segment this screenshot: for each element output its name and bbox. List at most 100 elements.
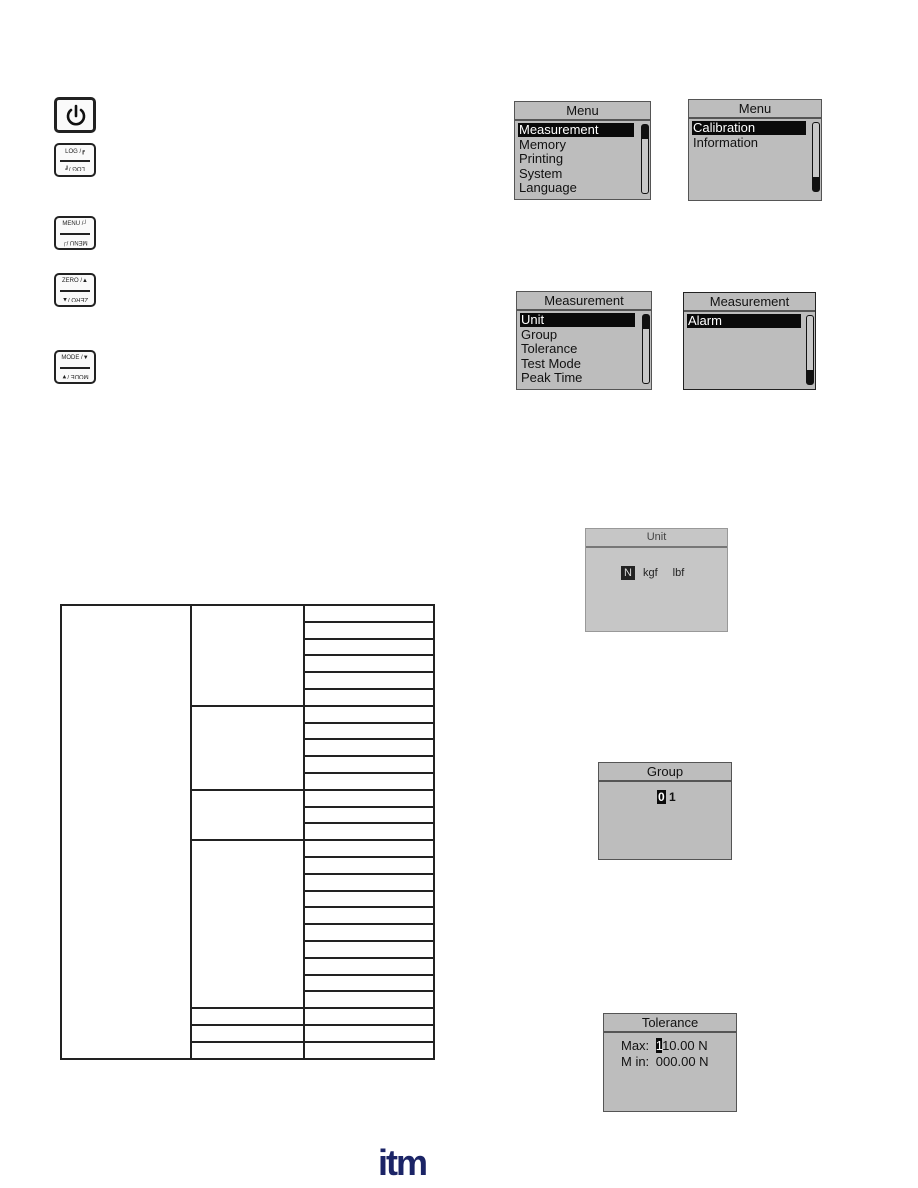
screen-title: Measurement <box>684 293 815 312</box>
scrollbar-thumb[interactable] <box>643 315 649 329</box>
key-divider <box>60 233 90 235</box>
table-cell-level3 <box>303 973 435 993</box>
menu-screen-page2: Menu Calibration Information <box>688 99 822 201</box>
table-cell-level3 <box>303 1023 435 1043</box>
menu-item-measurement[interactable]: Measurement <box>518 123 634 137</box>
table-cell-level3 <box>303 637 435 657</box>
menu-item-memory[interactable]: Memory <box>518 138 566 152</box>
table-cell-level3 <box>303 788 435 808</box>
mode-key[interactable]: MODE /▼ MODE /▼ <box>54 350 96 384</box>
tolerance-screen: Tolerance Max: 110.00 N M in: 000.00 N <box>603 1013 737 1112</box>
max-value[interactable]: 10.00 N <box>662 1038 708 1053</box>
table-cell-level3 <box>303 906 435 926</box>
enter-corner-icon: ┏ <box>65 165 69 171</box>
scrollbar[interactable] <box>642 314 650 384</box>
table-cell-level3 <box>303 956 435 976</box>
table-cell-level3 <box>303 687 435 707</box>
menu-item-tolerance[interactable]: Tolerance <box>520 342 577 356</box>
table-cell-level3 <box>303 721 435 741</box>
table-cell-level3 <box>303 839 435 858</box>
menu-item-calibration[interactable]: Calibration <box>692 121 806 135</box>
screen-title: Tolerance <box>604 1014 736 1033</box>
measurement-screen-page1: Measurement Unit Group Tolerance Test Mo… <box>516 291 652 390</box>
key-divider <box>60 367 90 369</box>
scrollbar[interactable] <box>806 315 814 385</box>
zero-label-inverted: ZERO / <box>67 296 88 302</box>
down-arrow-icon: ▼ <box>82 355 89 361</box>
scrollbar[interactable] <box>641 124 649 194</box>
scrollbar-thumb[interactable] <box>813 177 819 191</box>
scrollbar-thumb[interactable] <box>642 125 648 139</box>
table-cell-level2 <box>190 704 305 791</box>
screen-title: Measurement <box>517 292 651 311</box>
table-cell-level3 <box>303 1007 435 1026</box>
table-cell-level3 <box>303 939 435 959</box>
up-arrow-icon: ▲ <box>82 278 88 284</box>
unit-option-n[interactable]: N <box>621 566 635 580</box>
table-cell-level3 <box>303 771 435 791</box>
table-cell-level3 <box>303 654 435 674</box>
menu-item-alarm[interactable]: Alarm <box>687 314 801 328</box>
table-cell-level2 <box>190 1040 305 1060</box>
min-value[interactable]: 000.00 N <box>656 1054 709 1069</box>
table-cell-level3 <box>303 822 435 842</box>
key-divider <box>60 290 90 292</box>
table-cell-level3 <box>303 604 435 623</box>
menu-item-group[interactable]: Group <box>520 328 557 342</box>
menu-item-peak-time[interactable]: Peak Time <box>520 371 582 385</box>
table-cell-level3 <box>303 671 435 690</box>
menu-item-test-mode[interactable]: Test Mode <box>520 357 581 371</box>
table-cell-level3 <box>303 738 435 758</box>
table-cell-level3 <box>303 755 435 774</box>
table-cell-level2 <box>190 1007 305 1026</box>
mode-label: MODE / <box>61 355 83 361</box>
table-cell-level3 <box>303 889 435 909</box>
log-label-inverted: LOG / <box>68 165 85 171</box>
menu-structure-table <box>60 604 435 1060</box>
menu-item-system[interactable]: System <box>518 167 562 181</box>
menu-item-language[interactable]: Language <box>518 181 577 195</box>
group-digit-cursor[interactable]: 0 <box>657 790 666 804</box>
max-label: Max: <box>621 1038 650 1053</box>
table-cell-level3 <box>303 805 435 825</box>
power-key[interactable] <box>54 97 96 133</box>
enter-icon: ┘ <box>62 239 67 245</box>
measurement-screen-page2: Measurement Alarm <box>683 292 816 390</box>
log-label: LOG / <box>65 149 82 155</box>
table-cell-level1 <box>60 604 192 1060</box>
group-digit[interactable]: 1 <box>669 790 676 804</box>
min-label: M in: <box>621 1054 650 1069</box>
key-divider <box>60 160 90 162</box>
screen-title: Group <box>599 763 731 782</box>
table-cell-level2 <box>190 788 305 842</box>
unit-option-lbf[interactable]: lbf <box>666 566 685 580</box>
group-screen: Group 0 1 <box>598 762 732 860</box>
tolerance-min-row: M in: 000.00 N <box>621 1054 709 1069</box>
table-cell-level3 <box>303 990 435 1010</box>
table-cell-level2 <box>190 839 305 1010</box>
menu-item-printing[interactable]: Printing <box>518 152 563 166</box>
mode-label-inverted: MODE / <box>67 373 89 379</box>
unit-screen: Unit N kgf lbf <box>585 528 728 632</box>
log-key[interactable]: LOG /┏ LOG /┏ <box>54 143 96 177</box>
table-cell-level3 <box>303 855 435 875</box>
menu-label: MENU / <box>62 221 84 227</box>
unit-option-kgf[interactable]: kgf <box>643 566 658 580</box>
table-cell-level3 <box>303 704 435 724</box>
enter-icon: ┘ <box>83 221 88 227</box>
menu-item-information[interactable]: Information <box>692 136 758 150</box>
itm-logo: itm <box>378 1142 428 1183</box>
table-cell-level3 <box>303 620 435 640</box>
unit-options: N kgf lbf <box>621 566 684 580</box>
group-digits: 0 1 <box>657 790 676 804</box>
scrollbar-thumb[interactable] <box>807 370 813 384</box>
screen-title: Menu <box>689 100 821 119</box>
screen-title: Menu <box>515 102 650 121</box>
menu-key[interactable]: MENU /┘ MENU /┘ <box>54 216 96 250</box>
zero-key[interactable]: ZERO /▲ ZERO /▲ <box>54 273 96 307</box>
scrollbar[interactable] <box>812 122 820 192</box>
table-cell-level3 <box>303 872 435 892</box>
table-cell-level2 <box>190 604 305 707</box>
menu-item-unit[interactable]: Unit <box>520 313 635 327</box>
screen-title: Unit <box>586 529 727 548</box>
